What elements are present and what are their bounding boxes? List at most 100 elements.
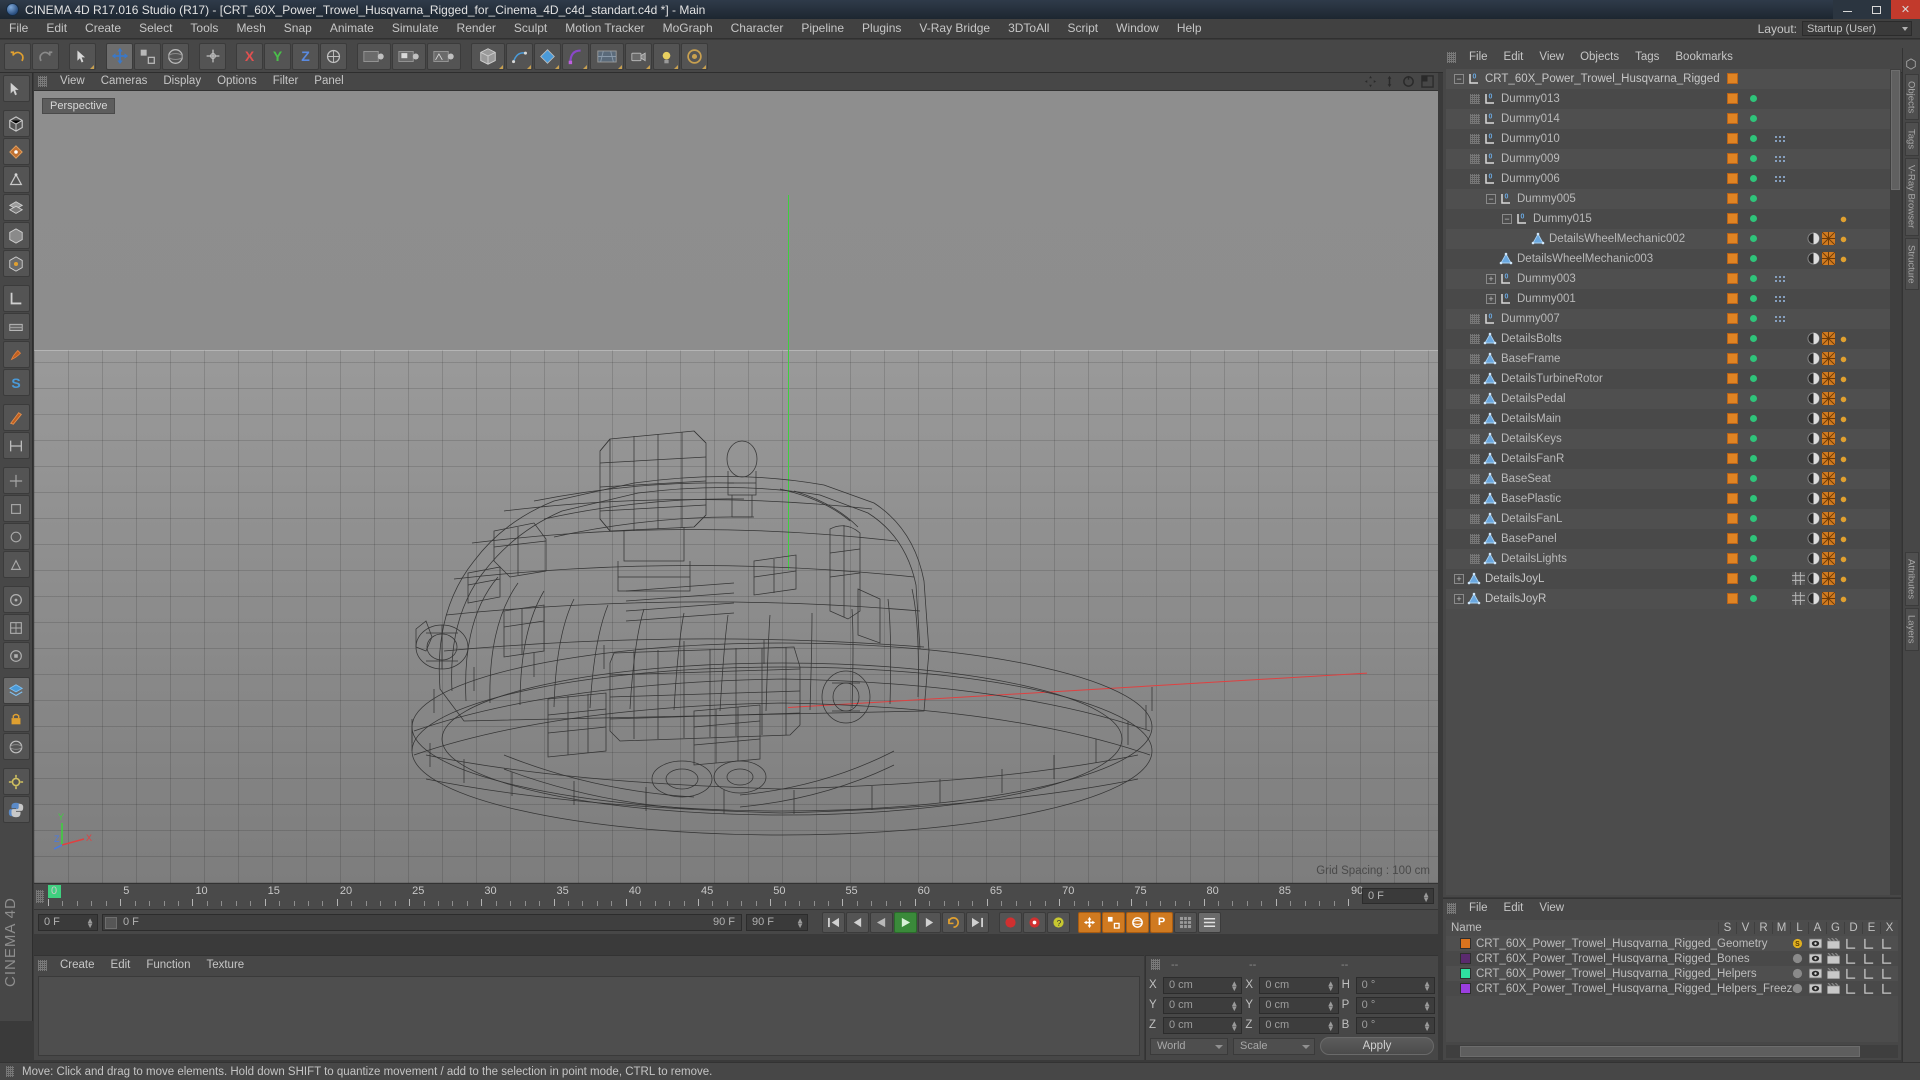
render-region-button[interactable]: [392, 42, 426, 70]
visibility-dot[interactable]: [1750, 515, 1757, 522]
tool-axis-r-icon[interactable]: [2, 523, 30, 550]
layer-toggle-a[interactable]: [1879, 952, 1896, 965]
tree-handle-icon[interactable]: [1470, 434, 1480, 444]
object-menu-edit[interactable]: Edit: [1496, 49, 1532, 66]
object-row[interactable]: 0 Dummy006: [1446, 169, 1898, 189]
object-row[interactable]: − 0 CRT_60X_Power_Trowel_Husqvarna_Rigged: [1446, 69, 1898, 89]
phong-tag-icon[interactable]: [1837, 592, 1850, 605]
tree-handle-icon[interactable]: [1470, 554, 1480, 564]
layer-row[interactable]: CRT_60X_Power_Trowel_Husqvarna_Rigged_He…: [1446, 981, 1898, 996]
object-menu-tags[interactable]: Tags: [1627, 49, 1667, 66]
material-tag-icon[interactable]: [1822, 252, 1835, 265]
layer-column-r[interactable]: R: [1754, 922, 1772, 934]
pan-viewport-icon[interactable]: [1363, 74, 1377, 88]
object-row[interactable]: 0 Dummy009: [1446, 149, 1898, 169]
visibility-dot[interactable]: [1750, 175, 1757, 182]
material-menu-create[interactable]: Create: [52, 957, 103, 974]
phong-tag-icon[interactable]: [1837, 372, 1850, 385]
rotate-button[interactable]: [162, 42, 189, 70]
layer-column-l[interactable]: L: [1790, 922, 1808, 934]
layer-toggle-s[interactable]: S: [1789, 937, 1806, 950]
object-row[interactable]: DetailsWheelMechanic002: [1446, 229, 1898, 249]
tool-texture-axis-icon[interactable]: [2, 285, 30, 312]
stepper-icon[interactable]: ▲ ▼: [1422, 891, 1430, 904]
step-forward-button[interactable]: [918, 911, 941, 933]
pla-key-button[interactable]: [1174, 911, 1197, 933]
layer-color-marker[interactable]: [1727, 113, 1738, 124]
tool-axis-pr-icon[interactable]: [2, 551, 30, 578]
rotation-key-button[interactable]: [1126, 911, 1149, 933]
layer-color-marker[interactable]: [1727, 313, 1738, 324]
texture-tag-icon[interactable]: [1807, 232, 1820, 245]
layer-toggle-s[interactable]: [1789, 982, 1806, 995]
object-row[interactable]: 0 Dummy014: [1446, 109, 1898, 129]
light-button[interactable]: [653, 42, 680, 70]
tool-axis-s-icon[interactable]: [2, 495, 30, 522]
zoom-viewport-icon[interactable]: [1382, 74, 1396, 88]
grid-tag-icon[interactable]: [1792, 592, 1805, 605]
viewport-grip-icon[interactable]: [38, 76, 47, 87]
stepper-icon[interactable]: ▲ ▼: [1327, 979, 1335, 992]
layer-toggle-r[interactable]: [1825, 937, 1842, 950]
close-button[interactable]: ✕: [1891, 0, 1920, 19]
layer-column-a[interactable]: A: [1808, 922, 1826, 934]
tree-handle-icon[interactable]: [1470, 394, 1480, 404]
layer-color-marker[interactable]: [1727, 93, 1738, 104]
material-tag-icon[interactable]: [1822, 452, 1835, 465]
constraint-tag-icon[interactable]: [1774, 295, 1786, 303]
layer-column-e[interactable]: E: [1862, 922, 1880, 934]
visibility-dot[interactable]: [1750, 435, 1757, 442]
grid-tag-icon[interactable]: [1792, 572, 1805, 585]
coord-rot-b-input[interactable]: 0 ° ▲ ▼: [1355, 1016, 1435, 1034]
layer-row[interactable]: CRT_60X_Power_Trowel_Husqvarna_Rigged_He…: [1446, 966, 1898, 981]
visibility-dot[interactable]: [1750, 215, 1757, 222]
material-tag-icon[interactable]: [1822, 232, 1835, 245]
material-tag-icon[interactable]: [1822, 552, 1835, 565]
stepper-icon[interactable]: ▲ ▼: [1230, 999, 1238, 1012]
maximize-viewport-icon[interactable]: [1420, 74, 1434, 88]
phong-tag-icon[interactable]: [1837, 232, 1850, 245]
camera-button[interactable]: [625, 42, 652, 70]
coord-size-x-input[interactable]: 0 cm ▲ ▼: [1259, 976, 1339, 994]
layer-color-marker[interactable]: [1727, 253, 1738, 264]
layer-color-marker[interactable]: [1727, 213, 1738, 224]
visibility-dot[interactable]: [1750, 135, 1757, 142]
status-bar-grip-icon[interactable]: [6, 1066, 14, 1077]
object-row[interactable]: BasePlastic: [1446, 489, 1898, 509]
material-tag-icon[interactable]: [1822, 352, 1835, 365]
frame-end-field[interactable]: 90 F ▲ ▼: [746, 913, 808, 931]
visibility-dot[interactable]: [1750, 595, 1757, 602]
layer-menu-file[interactable]: File: [1461, 900, 1496, 917]
phong-tag-icon[interactable]: [1837, 392, 1850, 405]
tool-points-icon[interactable]: [2, 138, 30, 165]
tree-handle-icon[interactable]: [1470, 454, 1480, 464]
menu-pipeline[interactable]: Pipeline: [792, 19, 853, 38]
collapse-toggle[interactable]: −: [1454, 74, 1464, 84]
constraint-tag-icon[interactable]: [1774, 135, 1786, 143]
object-row[interactable]: DetailsFanL: [1446, 509, 1898, 529]
object-row[interactable]: DetailsKeys: [1446, 429, 1898, 449]
play-button[interactable]: [894, 911, 917, 933]
collapse-toggle[interactable]: −: [1502, 214, 1512, 224]
tool-sphere-icon[interactable]: [2, 733, 30, 760]
slider-thumb[interactable]: [105, 916, 117, 929]
constraint-tag-icon[interactable]: [1774, 175, 1786, 183]
stepper-icon[interactable]: ▲ ▼: [1327, 999, 1335, 1012]
menu-select[interactable]: Select: [130, 19, 181, 38]
layer-manager-hscrollbar[interactable]: [1446, 1045, 1898, 1058]
tree-handle-icon[interactable]: [1470, 174, 1480, 184]
object-menu-file[interactable]: File: [1461, 49, 1496, 66]
texture-tag-icon[interactable]: [1807, 472, 1820, 485]
layer-color-swatch[interactable]: [1460, 968, 1471, 979]
object-row[interactable]: DetailsTurbineRotor: [1446, 369, 1898, 389]
visibility-dot[interactable]: [1750, 375, 1757, 382]
z-axis-lock-button[interactable]: Z: [292, 42, 319, 70]
phong-tag-icon[interactable]: [1837, 492, 1850, 505]
material-manager-list[interactable]: [38, 976, 1140, 1056]
stepper-icon[interactable]: ▲ ▼: [1423, 1019, 1431, 1032]
layer-toggle-r[interactable]: [1825, 982, 1842, 995]
maximize-button[interactable]: [1862, 0, 1891, 19]
timeline-track[interactable]: 0 5 10 15 20 25 30 35 40 45 50 55 60 65 70 75 80 85 90: [48, 884, 1363, 910]
texture-tag-icon[interactable]: [1807, 352, 1820, 365]
tab-tags[interactable]: Tags: [1904, 122, 1919, 157]
